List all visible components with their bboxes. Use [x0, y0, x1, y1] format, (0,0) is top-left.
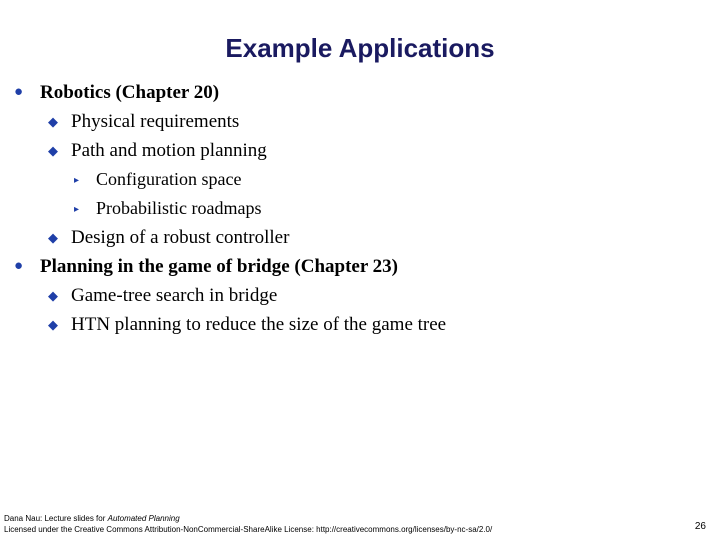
bullet-text: Design of a robust controller: [71, 227, 290, 248]
footer-credit-prefix: Dana Nau: Lecture slides for: [4, 514, 108, 523]
bullet-item: ◆ HTN planning to reduce the size of the …: [0, 314, 720, 343]
bullet-text: Physical requirements: [71, 111, 240, 132]
bullet-text: Planning in the game of bridge (Chapter …: [40, 256, 399, 277]
bullet-item: ◆ Game-tree search in bridge: [0, 285, 720, 314]
bullet-text: HTN planning to reduce the size of the g…: [71, 314, 447, 335]
diamond-bullet-icon: ◆: [48, 230, 58, 245]
triangle-bullet-icon: ▸: [74, 175, 80, 186]
triangle-bullet-icon: ▸: [74, 204, 80, 215]
footer-line-credit: Dana Nau: Lecture slides for Automated P…: [4, 513, 492, 524]
bullet-text: Path and motion planning: [71, 140, 267, 161]
diamond-bullet-icon: ◆: [48, 317, 58, 332]
diamond-bullet-icon: ◆: [48, 143, 58, 158]
circle-bullet-icon: ●: [14, 258, 24, 274]
page-number: 26: [694, 521, 706, 532]
footer-line-license: Licensed under the Creative Commons Attr…: [4, 525, 493, 534]
page-title: Example Applications: [225, 33, 495, 63]
bullet-text: Probabilistic roadmaps: [96, 198, 262, 218]
diamond-bullet-icon: ◆: [48, 288, 58, 303]
footer-work-title: Automated Planning: [107, 514, 180, 523]
bullet-item: ◆ Physical requirements: [0, 111, 720, 140]
bullet-item: ▸ Configuration space: [0, 169, 720, 198]
footer-attribution: Dana Nau: Lecture slides for Automated P…: [4, 513, 492, 535]
bullet-text: Game-tree search in bridge: [71, 285, 278, 306]
bullet-list: ● Robotics (Chapter 20) ◆ Physical requirem…: [0, 82, 720, 343]
bullet-item: ● Robotics (Chapter 20): [0, 82, 720, 111]
bullet-text: Configuration space: [96, 169, 242, 189]
bullet-text: Robotics (Chapter 20): [40, 82, 220, 103]
bullet-item: ◆ Path and motion planning: [0, 140, 720, 169]
bullet-item: ◆ Design of a robust controller: [0, 227, 720, 256]
bullet-item: ● Planning in the game of bridge (Chapter…: [0, 256, 720, 285]
diamond-bullet-icon: ◆: [48, 114, 58, 129]
bullet-item: ▸ Probabilistic roadmaps: [0, 198, 720, 227]
circle-bullet-icon: ●: [14, 84, 24, 100]
